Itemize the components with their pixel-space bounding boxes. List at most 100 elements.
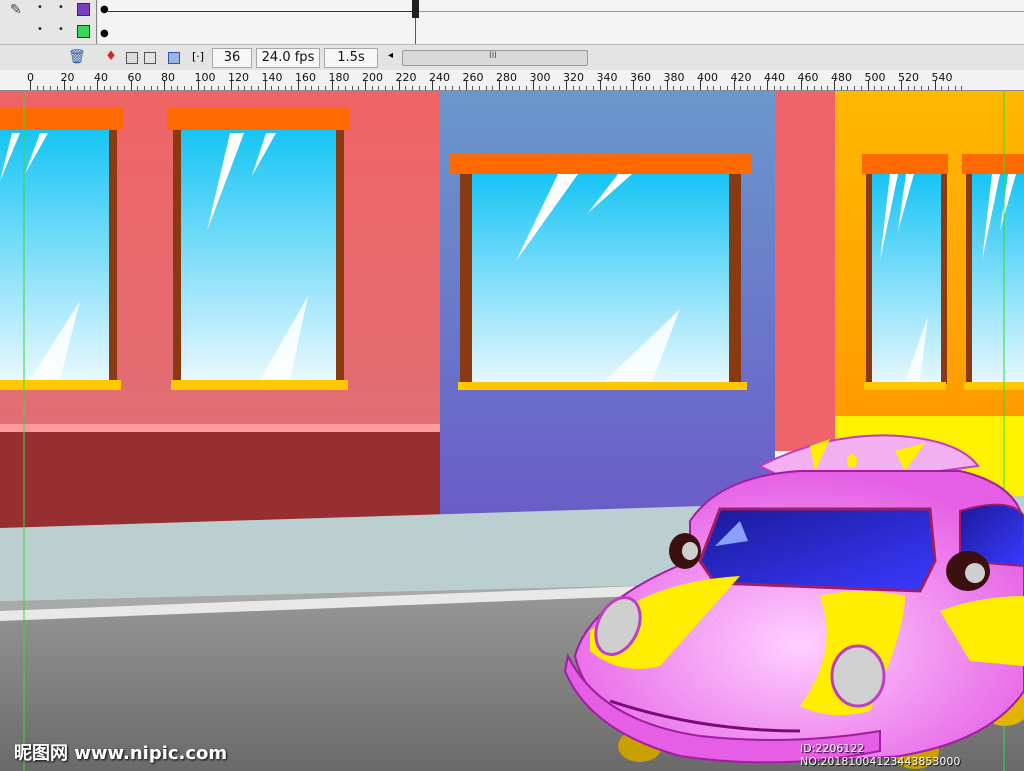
ruler-subtick: [318, 86, 320, 90]
center-frame-icon[interactable]: ♦: [103, 49, 119, 65]
playhead[interactable]: [412, 0, 419, 18]
visibility-dot-icon[interactable]: •: [37, 2, 43, 13]
ruler-subtick: [137, 86, 139, 90]
ruler-label: 160: [295, 71, 316, 84]
ruler-subtick: [445, 86, 447, 90]
frame-strip-2[interactable]: ●: [98, 22, 1024, 45]
horizontal-ruler: 0 20 40 60 80 100 120 140 160 180 200 220 240 260 280 3…: [0, 70, 1024, 91]
ruler-label: 140: [261, 71, 283, 84]
ruler-subtick: [954, 86, 956, 90]
ruler-subtick: [284, 86, 286, 90]
stage-canvas[interactable]: [0, 91, 1024, 771]
ruler-subtick: [217, 86, 219, 90]
ruler-subtick: [646, 86, 648, 90]
ruler-subtick: [760, 86, 762, 90]
ruler-subtick: [686, 86, 688, 90]
ruler-subtick: [914, 86, 916, 90]
ruler-label: 440: [764, 71, 785, 84]
frame-strip-1[interactable]: ●: [98, 0, 1024, 23]
ruler-subtick: [612, 86, 614, 90]
ruler-subtick: [257, 86, 259, 90]
ruler-subtick: [713, 86, 715, 90]
ruler-subtick: [673, 86, 675, 90]
ruler-subtick: [720, 86, 722, 90]
ruler-subtick: [653, 86, 655, 90]
elapsed-time-field: 1.5s: [324, 48, 378, 68]
lock-dot-icon[interactable]: •: [58, 24, 64, 35]
ruler-subtick: [103, 86, 105, 90]
ruler-label: 100: [194, 71, 216, 84]
layer-color-swatch[interactable]: [77, 25, 90, 38]
scroll-left-arrow[interactable]: ◂: [388, 50, 393, 61]
frame-rate-field[interactable]: 24.0 fps: [256, 48, 320, 68]
lock-dot-icon[interactable]: •: [58, 2, 64, 13]
delete-layer-icon[interactable]: 🗑: [68, 49, 86, 65]
ruler-subtick: [512, 86, 514, 90]
ruler-subtick: [184, 86, 186, 90]
layer-color-swatch[interactable]: [77, 3, 90, 16]
ruler-subtick: [244, 86, 246, 90]
ruler-subtick: [344, 86, 346, 90]
visibility-dot-icon[interactable]: •: [37, 24, 43, 35]
ruler-label: 480: [831, 71, 852, 84]
ruler-subtick: [485, 86, 487, 90]
ruler-subtick: [110, 86, 112, 90]
current-frame-field: 36: [212, 48, 252, 68]
ruler-subtick: [405, 86, 407, 90]
ruler-subtick: [177, 86, 179, 90]
ruler-subtick: [311, 86, 313, 90]
ruler-subtick: [860, 86, 862, 90]
ruler-subtick: [559, 86, 561, 90]
ruler-subtick: [90, 86, 92, 90]
ruler-subtick: [941, 86, 943, 90]
ruler-label: 200: [362, 71, 383, 84]
ruler-label: 520: [898, 71, 919, 84]
ruler-label: 80: [161, 71, 175, 84]
layer-row-1[interactable]: ✎ • •: [0, 0, 96, 22]
ruler-subtick: [854, 86, 856, 90]
ruler-subtick: [351, 86, 353, 90]
ruler-label: 300: [529, 71, 551, 84]
ruler-subtick: [411, 86, 413, 90]
ruler-subtick: [592, 86, 594, 90]
ruler-subtick: [291, 86, 293, 90]
scrollbar-grip[interactable]: III: [489, 51, 497, 61]
ruler-label: 260: [462, 71, 484, 84]
onion-outline-icon[interactable]: [144, 52, 156, 64]
playhead-line: [415, 18, 416, 44]
ruler-subtick: [50, 86, 52, 90]
horizontal-scrollbar[interactable]: III: [402, 50, 588, 66]
ruler-subtick: [304, 86, 306, 90]
ruler-subtick: [123, 86, 125, 90]
scene-artwork: [0, 91, 1024, 771]
ruler-subtick: [70, 86, 72, 90]
ruler-subtick: [438, 86, 440, 90]
ruler-label: 180: [328, 71, 350, 84]
ruler-subtick: [519, 86, 521, 90]
onion-skin-icon[interactable]: [126, 52, 138, 64]
ruler-subtick: [693, 86, 695, 90]
ruler-subtick: [921, 86, 923, 90]
ruler-subtick: [525, 86, 527, 90]
ruler-label: 420: [730, 71, 752, 84]
ruler-subtick: [874, 86, 876, 90]
ruler-subtick: [385, 86, 387, 90]
ruler-subtick: [418, 86, 420, 90]
layer-row-2[interactable]: • •: [0, 22, 96, 44]
ruler-subtick: [619, 86, 621, 90]
ruler-subtick: [807, 86, 809, 90]
ruler-subtick: [492, 86, 494, 90]
modify-markers-icon[interactable]: [·]: [192, 49, 208, 65]
ruler-label: 380: [663, 71, 685, 84]
ruler-subtick: [157, 86, 159, 90]
ruler-subtick: [478, 86, 480, 90]
ruler-subtick: [579, 86, 581, 90]
ruler-subtick: [947, 86, 949, 90]
ruler-subtick: [746, 86, 748, 90]
edit-multiple-icon[interactable]: [168, 52, 180, 64]
ruler-subtick: [117, 86, 119, 90]
ruler-subtick: [324, 86, 326, 90]
ruler-subtick: [773, 86, 775, 90]
ruler-subtick: [659, 86, 661, 90]
ruler-subtick: [378, 86, 380, 90]
